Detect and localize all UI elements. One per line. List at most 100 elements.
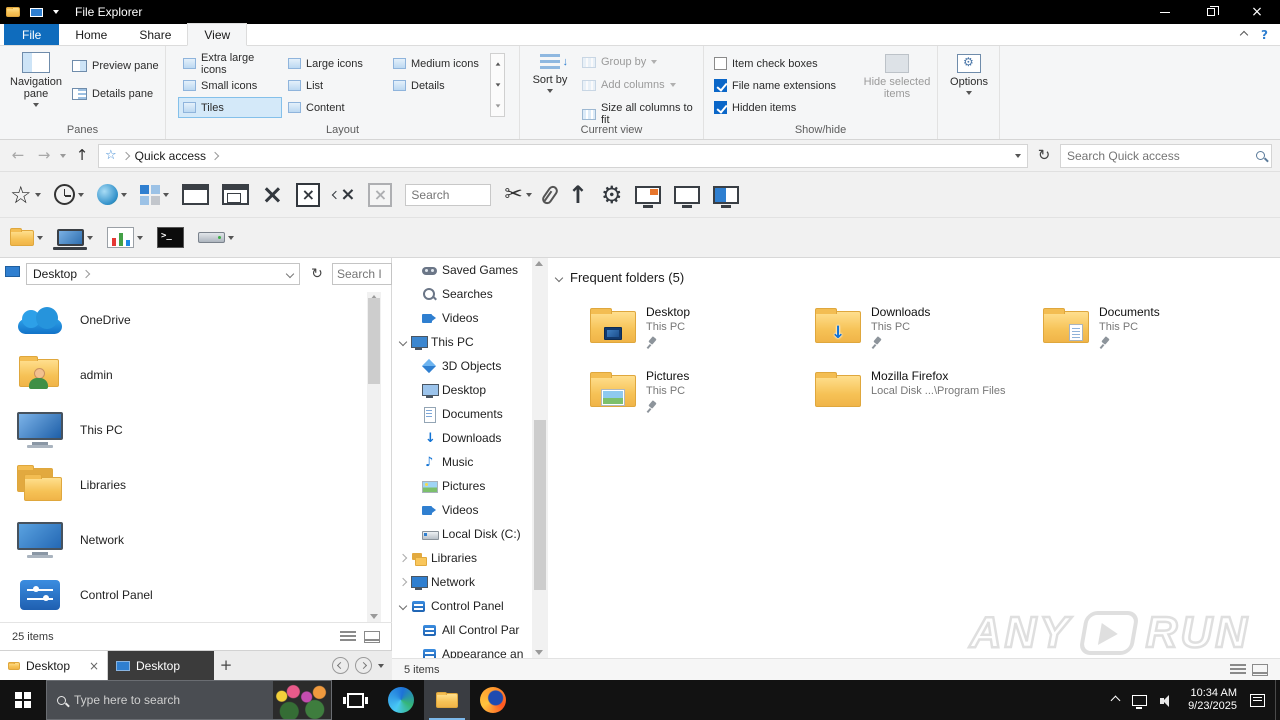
- tree-item-videos-2[interactable]: Videos: [392, 498, 548, 522]
- tab-desktop-2[interactable]: Desktop: [108, 651, 214, 680]
- scroll-down-icon[interactable]: [370, 614, 378, 619]
- layout-option-content[interactable]: Content: [283, 97, 387, 118]
- tree-item-music[interactable]: Music: [392, 450, 548, 474]
- list-item-libraries[interactable]: Libraries: [0, 457, 364, 512]
- frequent-folders-header[interactable]: Frequent folders (5): [554, 270, 684, 285]
- tab-share[interactable]: Share: [123, 24, 187, 45]
- address-box[interactable]: Quick access: [98, 143, 1028, 168]
- taskbar-search[interactable]: Type here to search: [46, 680, 332, 720]
- panel-search-input[interactable]: [332, 263, 392, 285]
- scrollbar-thumb[interactable]: [368, 298, 380, 384]
- layout-option-medium-icons[interactable]: Medium icons: [388, 53, 492, 74]
- forward-button[interactable]: [34, 148, 54, 163]
- close-all-button[interactable]: [296, 182, 321, 207]
- thumbnail-view-icon[interactable]: [1252, 663, 1268, 676]
- gallery-scroll-up-icon[interactable]: [495, 62, 500, 66]
- add-columns-button[interactable]: Add columns: [582, 79, 676, 91]
- history-button[interactable]: [53, 184, 84, 205]
- chevron-down-icon[interactable]: [285, 269, 295, 279]
- tree-item-documents[interactable]: Documents: [392, 402, 548, 426]
- layout-option-small-icons[interactable]: Small icons: [178, 75, 282, 96]
- restore-button[interactable]: [1188, 0, 1234, 24]
- layout-option-large-icons[interactable]: Large icons: [283, 53, 387, 74]
- group-by-button[interactable]: Group by: [582, 56, 658, 68]
- tree-item-saved-games[interactable]: Saved Games: [392, 258, 548, 282]
- back-button[interactable]: [8, 148, 28, 163]
- close-button[interactable]: [1234, 0, 1280, 24]
- quick-access-toolbar-icon[interactable]: [30, 7, 43, 17]
- hidden-icons-chevron[interactable]: [1110, 695, 1121, 705]
- tree-item-all-control-panel[interactable]: All Control Par: [392, 618, 548, 642]
- list-item-control-panel[interactable]: Control Panel: [0, 567, 364, 622]
- folder-tile-documents[interactable]: Documents This PC: [1043, 303, 1263, 361]
- settings-button[interactable]: [601, 183, 623, 207]
- close-window-button[interactable]: [262, 182, 284, 208]
- hide-selected-items-button[interactable]: Hide selected items: [862, 54, 932, 100]
- tab-scroll-right-button[interactable]: [355, 657, 372, 674]
- tree-item-pictures[interactable]: Pictures: [392, 474, 548, 498]
- details-view-icon[interactable]: [340, 630, 356, 643]
- tree-scrollbar[interactable]: [532, 258, 548, 658]
- computer-button[interactable]: [53, 229, 93, 250]
- tab-scroll-left-button[interactable]: [332, 657, 349, 674]
- collapse-section-icon[interactable]: [554, 273, 564, 282]
- command-prompt-button[interactable]: [157, 227, 184, 248]
- thumbnail-view-icon[interactable]: [364, 630, 380, 643]
- upload-button[interactable]: [568, 183, 588, 207]
- tab-file[interactable]: File: [4, 24, 60, 45]
- gallery-more-icon[interactable]: [495, 104, 500, 108]
- volume-tray-icon[interactable]: [1160, 694, 1175, 707]
- tiles-view-button[interactable]: [139, 184, 169, 205]
- action-center-icon[interactable]: [1250, 693, 1265, 707]
- tab-home[interactable]: Home: [59, 24, 123, 45]
- gallery-scrollbar[interactable]: [490, 53, 505, 117]
- tab-desktop-1[interactable]: Desktop: [0, 651, 108, 680]
- minimize-button[interactable]: [1142, 0, 1188, 24]
- monitor-icon[interactable]: [674, 185, 701, 208]
- tree-item-libraries[interactable]: Libraries: [392, 546, 548, 570]
- search-input[interactable]: [1067, 148, 1252, 163]
- size-columns-button[interactable]: Size all columns to fit: [582, 102, 703, 126]
- toolbar-search-input[interactable]: [405, 183, 492, 206]
- scroll-up-icon[interactable]: [535, 261, 543, 266]
- collapsed-twisty-icon[interactable]: [398, 577, 408, 587]
- favorites-button[interactable]: [10, 183, 41, 207]
- monitor-alert-icon[interactable]: [635, 185, 662, 208]
- close-left-button[interactable]: [332, 186, 355, 204]
- refresh-button[interactable]: [1034, 148, 1054, 163]
- navigation-pane-button[interactable]: Navigation pane: [6, 52, 66, 107]
- recent-locations-icon[interactable]: [60, 153, 66, 158]
- list-item-admin[interactable]: admin: [0, 347, 364, 402]
- folder-tile-desktop[interactable]: Desktop This PC: [590, 303, 810, 361]
- tab-view[interactable]: View: [187, 23, 248, 46]
- up-button[interactable]: [72, 148, 92, 163]
- expanded-twisty-icon[interactable]: [398, 601, 408, 611]
- task-view-button[interactable]: [332, 680, 378, 720]
- scrollbar-thumb[interactable]: [534, 420, 546, 590]
- tab-list-icon[interactable]: [378, 663, 384, 668]
- folder-tile-downloads[interactable]: Downloads This PC: [815, 303, 1035, 361]
- breadcrumb-location[interactable]: Quick access: [135, 149, 206, 163]
- collapsed-twisty-icon[interactable]: [398, 553, 408, 563]
- help-icon[interactable]: [1261, 29, 1268, 41]
- start-button[interactable]: [0, 680, 46, 720]
- charts-button[interactable]: [107, 227, 143, 248]
- breadcrumb-separator-icon[interactable]: [210, 151, 220, 160]
- layout-option-tiles[interactable]: Tiles: [178, 97, 282, 118]
- tree-item-searches[interactable]: Searches: [392, 282, 548, 306]
- new-tab-button[interactable]: [214, 651, 238, 680]
- web-button[interactable]: [96, 184, 127, 205]
- scroll-down-icon[interactable]: [535, 650, 543, 655]
- list-item-onedrive[interactable]: OneDrive: [0, 292, 364, 347]
- panel-refresh-button[interactable]: [306, 263, 328, 285]
- new-window-button[interactable]: [181, 184, 209, 205]
- collapse-ribbon-icon[interactable]: [1239, 30, 1249, 40]
- options-button[interactable]: Options: [944, 54, 994, 95]
- tree-item-control-panel[interactable]: Control Panel: [392, 594, 548, 618]
- tree-item-desktop[interactable]: Desktop: [392, 378, 548, 402]
- list-item-this-pc[interactable]: This PC: [0, 402, 364, 457]
- firefox-taskbar-button[interactable]: [470, 680, 516, 720]
- tree-item-downloads[interactable]: Downloads: [392, 426, 548, 450]
- hidden-items-checkbox[interactable]: Hidden items: [714, 101, 796, 114]
- folder-tile-pictures[interactable]: Pictures This PC: [590, 367, 810, 425]
